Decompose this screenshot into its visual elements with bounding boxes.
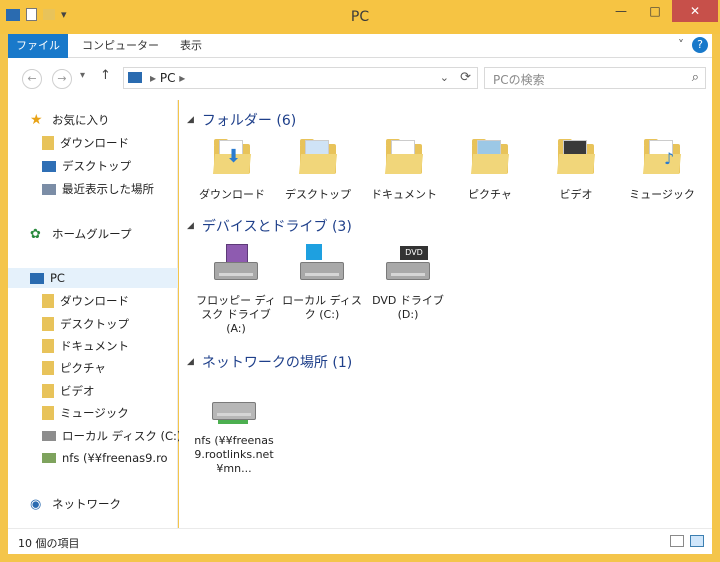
content-pane: ◢ フォルダー (6) ⬇ ダウンロード デスクトップ ドキュメント ピクチャ … <box>179 100 712 528</box>
nav-item-local-disk[interactable]: ローカル ディスク (C:) <box>42 426 181 446</box>
folder-documents[interactable]: ドキュメント <box>363 136 445 202</box>
music-icon <box>42 406 54 420</box>
device-dvd-drive[interactable]: DVD DVD ドライブ (D:) <box>367 242 449 322</box>
nav-item-downloads[interactable]: ダウンロード <box>42 133 129 153</box>
nav-network[interactable]: ◉ ネットワーク <box>30 494 121 514</box>
back-button[interactable]: ← <box>22 69 42 89</box>
devices-group-header[interactable]: ◢ デバイスとドライブ (3) <box>187 216 352 236</box>
device-local-disk[interactable]: ローカル ディスク (C:) <box>281 242 363 322</box>
documents-icon <box>42 339 54 353</box>
details-view-icon[interactable] <box>670 535 684 547</box>
tab-file[interactable]: ファイル <box>8 34 68 58</box>
search-input[interactable]: PCの検索 ⌕ <box>484 67 706 89</box>
status-bar: 10 個の項目 <box>8 528 712 554</box>
nav-item-pc-videos[interactable]: ビデオ <box>42 381 95 401</box>
address-field[interactable]: ▸ PC ▸ ⌄ ⟳ <box>123 67 478 89</box>
minimize-button[interactable]: — <box>604 0 638 22</box>
pc-icon <box>128 72 142 83</box>
folders-group-header[interactable]: ◢ フォルダー (6) <box>187 110 296 130</box>
collapse-icon[interactable]: ◢ <box>187 357 194 367</box>
expand-ribbon-icon[interactable]: ˅ <box>678 38 684 52</box>
search-icon[interactable]: ⌕ <box>692 70 699 85</box>
close-button[interactable]: ✕ <box>672 0 718 22</box>
tab-view[interactable]: 表示 <box>180 34 202 58</box>
pictures-folder-icon <box>466 136 514 182</box>
downloads-icon <box>42 294 54 308</box>
music-folder-icon: ♪ <box>638 136 686 182</box>
folder-music[interactable]: ♪ ミュージック <box>621 136 703 202</box>
collapse-icon[interactable]: ◢ <box>187 221 194 231</box>
folder-downloads[interactable]: ⬇ ダウンロード <box>191 136 273 202</box>
nav-item-pc-downloads[interactable]: ダウンロード <box>42 291 129 311</box>
folder-videos[interactable]: ビデオ <box>535 136 617 202</box>
explorer-window: ▾ PC — □ ✕ ファイル コンピューター 表示 ˅ ? ← → ▾ ↑ ▸… <box>0 0 720 562</box>
dvd-drive-icon: DVD <box>384 242 432 288</box>
item-count: 10 個の項目 <box>18 537 80 550</box>
nav-item-recent-places[interactable]: 最近表示した場所 <box>42 179 154 199</box>
nav-item-pc-desktop[interactable]: デスクトップ <box>42 314 129 334</box>
maximize-button[interactable]: □ <box>638 0 672 22</box>
search-placeholder: PCの検索 <box>493 73 545 87</box>
ribbon-tabs: ファイル コンピューター 表示 ˅ ? <box>8 34 712 58</box>
address-bar-row: ← → ▾ ↑ ▸ PC ▸ ⌄ ⟳ PCの検索 ⌕ <box>8 58 712 100</box>
downloads-folder-icon: ⬇ <box>208 136 256 182</box>
nav-item-pc-documents[interactable]: ドキュメント <box>42 336 129 356</box>
refresh-icon[interactable]: ⟳ <box>460 70 471 85</box>
homegroup-icon: ✿ <box>30 227 41 242</box>
navigation-pane: ★ お気に入り ダウンロード デスクトップ 最近表示した場所 ✿ ホームグループ… <box>8 100 181 528</box>
folder-desktop[interactable]: デスクトップ <box>277 136 359 202</box>
local-disk-icon <box>298 242 346 288</box>
nav-item-desktop[interactable]: デスクトップ <box>42 156 131 176</box>
recent-locations-icon[interactable]: ▾ <box>80 70 85 81</box>
nav-favorites[interactable]: ★ お気に入り <box>30 110 110 130</box>
documents-folder-icon <box>380 136 428 182</box>
folder-pictures[interactable]: ピクチャ <box>449 136 531 202</box>
network-icon: ◉ <box>30 497 42 512</box>
nav-item-network-drive[interactable]: nfs (¥¥freenas9.ro <box>42 448 168 468</box>
pc-icon <box>30 272 44 284</box>
star-icon: ★ <box>30 112 43 128</box>
device-floppy[interactable]: フロッピー ディスク ドライブ (A:) <box>195 242 277 336</box>
desktop-icon <box>42 160 56 172</box>
large-icons-view-icon[interactable] <box>690 535 704 547</box>
network-drive-icon <box>42 453 56 463</box>
nav-item-pc-pictures[interactable]: ピクチャ <box>42 358 106 378</box>
tab-computer[interactable]: コンピューター <box>82 34 159 58</box>
nav-pc[interactable]: PC <box>8 268 178 288</box>
network-drive-icon <box>210 382 258 428</box>
recent-places-icon <box>42 183 56 195</box>
downloads-icon <box>42 136 54 150</box>
collapse-icon[interactable]: ◢ <box>187 115 194 125</box>
address-path[interactable]: ▸ PC ▸ <box>150 71 185 85</box>
desktop-folder-icon <box>42 317 54 331</box>
nav-item-pc-music[interactable]: ミュージック <box>42 403 129 423</box>
local-disk-icon <box>42 431 56 441</box>
network-location-nfs[interactable]: nfs (¥¥freenas9.rootlinks.net¥mn... <box>193 382 275 476</box>
help-icon[interactable]: ? <box>692 37 708 53</box>
address-dropdown-icon[interactable]: ⌄ <box>440 71 449 84</box>
up-button[interactable]: ↑ <box>100 68 111 83</box>
videos-folder-icon <box>552 136 600 182</box>
videos-icon <box>42 384 54 398</box>
pictures-icon <box>42 361 54 375</box>
desktop-folder-icon <box>294 136 342 182</box>
floppy-drive-icon <box>212 242 260 288</box>
forward-button[interactable]: → <box>52 69 72 89</box>
title-bar: ▾ PC — □ ✕ <box>0 0 720 34</box>
nav-homegroup[interactable]: ✿ ホームグループ <box>30 224 131 244</box>
network-group-header[interactable]: ◢ ネットワークの場所 (1) <box>187 352 352 372</box>
